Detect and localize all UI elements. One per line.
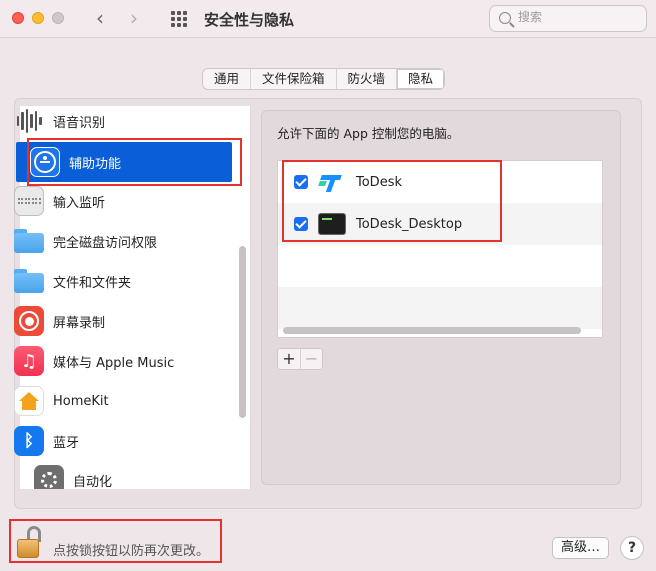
todesk-icon	[318, 169, 346, 195]
todesk-desktop-checkbox[interactable]	[294, 217, 308, 231]
keyboard-icon	[14, 186, 44, 216]
sidebar-item-speech-recognition[interactable]: 语音识别	[14, 101, 217, 141]
sidebar-item-files-and-folders[interactable]: 文件和文件夹	[14, 261, 217, 301]
sidebar-item-media-apple-music[interactable]: ♫ 媒体与 Apple Music	[14, 341, 217, 381]
homekit-icon	[14, 386, 44, 416]
close-window-button[interactable]	[12, 12, 24, 24]
sidebar-item-label: HomeKit	[53, 393, 109, 409]
waveform-icon	[14, 106, 44, 136]
add-remove-control: + −	[277, 348, 323, 370]
back-icon[interactable]: ‹	[96, 7, 104, 29]
empty-row	[278, 287, 602, 329]
list-item[interactable]: ToDesk	[278, 161, 602, 203]
app-list[interactable]: ToDesk ToDesk_Desktop	[277, 160, 603, 338]
remove-app-button[interactable]: −	[300, 349, 322, 369]
sidebar-item-label: 自动化	[73, 474, 113, 490]
app-list-horizontal-scrollbar[interactable]	[283, 327, 581, 334]
accessibility-icon	[30, 147, 60, 177]
sidebar-scrollbar[interactable]	[239, 246, 246, 418]
sidebar-clip: 自动化	[20, 460, 239, 489]
tab-bar: 通用 文件保险箱 防火墙 隐私	[202, 68, 446, 90]
sidebar-item-input-monitoring[interactable]: 输入监听	[14, 181, 217, 221]
add-app-button[interactable]: +	[278, 349, 300, 369]
advanced-button[interactable]: 高级…	[552, 537, 609, 559]
app-name: ToDesk	[356, 174, 402, 190]
tab-general[interactable]: 通用	[203, 69, 252, 89]
folder-icon	[14, 226, 44, 256]
sidebar-item-accessibility[interactable]: 辅助功能	[16, 142, 232, 182]
sidebar-item-label: 蓝牙	[53, 435, 80, 451]
search-field[interactable]	[489, 5, 647, 32]
minimize-window-button[interactable]	[32, 12, 44, 24]
sidebar-item-label: 文件和文件夹	[53, 275, 132, 291]
forward-icon[interactable]: ›	[130, 7, 138, 29]
sidebar-item-screen-recording[interactable]: 屏幕录制	[14, 301, 217, 341]
bluetooth-icon: ᛒ	[14, 426, 44, 456]
app-name: ToDesk_Desktop	[356, 216, 463, 232]
window-title: 安全性与隐私	[204, 11, 295, 29]
panel-header: 允许下面的 App 控制您的电脑。	[277, 126, 460, 141]
music-icon: ♫	[14, 346, 44, 376]
show-all-grid-icon[interactable]	[171, 11, 187, 27]
lock-status-text: 点按锁按钮以防再次更改。	[53, 544, 210, 559]
todesk-checkbox[interactable]	[294, 175, 308, 189]
sidebar-item-label: 完全磁盘访问权限	[53, 235, 158, 251]
sidebar-item-label: 输入监听	[53, 195, 106, 211]
sidebar-item-label: 屏幕录制	[53, 315, 106, 331]
title-bar: ‹ › 安全性与隐私	[0, 0, 656, 38]
lock-icon[interactable]	[17, 526, 47, 560]
search-input[interactable]	[518, 10, 638, 24]
screen-record-icon	[14, 306, 44, 336]
zoom-window-button[interactable]	[52, 12, 64, 24]
tab-privacy[interactable]: 隐私	[397, 69, 445, 89]
help-button[interactable]: ?	[620, 536, 644, 560]
sidebar-item-automation[interactable]: 自动化	[34, 460, 237, 489]
sidebar-item-full-disk-access[interactable]: 完全磁盘访问权限	[14, 221, 217, 261]
gear-icon	[34, 465, 64, 489]
sidebar-item-label: 辅助功能	[69, 156, 122, 172]
tab-filevault[interactable]: 文件保险箱	[251, 69, 337, 89]
sidebar-item-label: 媒体与 Apple Music	[53, 355, 175, 371]
sidebar-item-label: 语音识别	[53, 115, 106, 131]
terminal-icon	[318, 211, 346, 237]
folder-icon	[14, 266, 44, 296]
tab-firewall[interactable]: 防火墙	[337, 69, 398, 89]
sidebar-item-bluetooth[interactable]: ᛒ 蓝牙	[14, 421, 217, 461]
search-icon	[499, 12, 511, 24]
empty-row	[278, 245, 602, 287]
list-item[interactable]: ToDesk_Desktop	[278, 203, 602, 245]
sidebar-item-homekit[interactable]: HomeKit	[14, 381, 217, 421]
